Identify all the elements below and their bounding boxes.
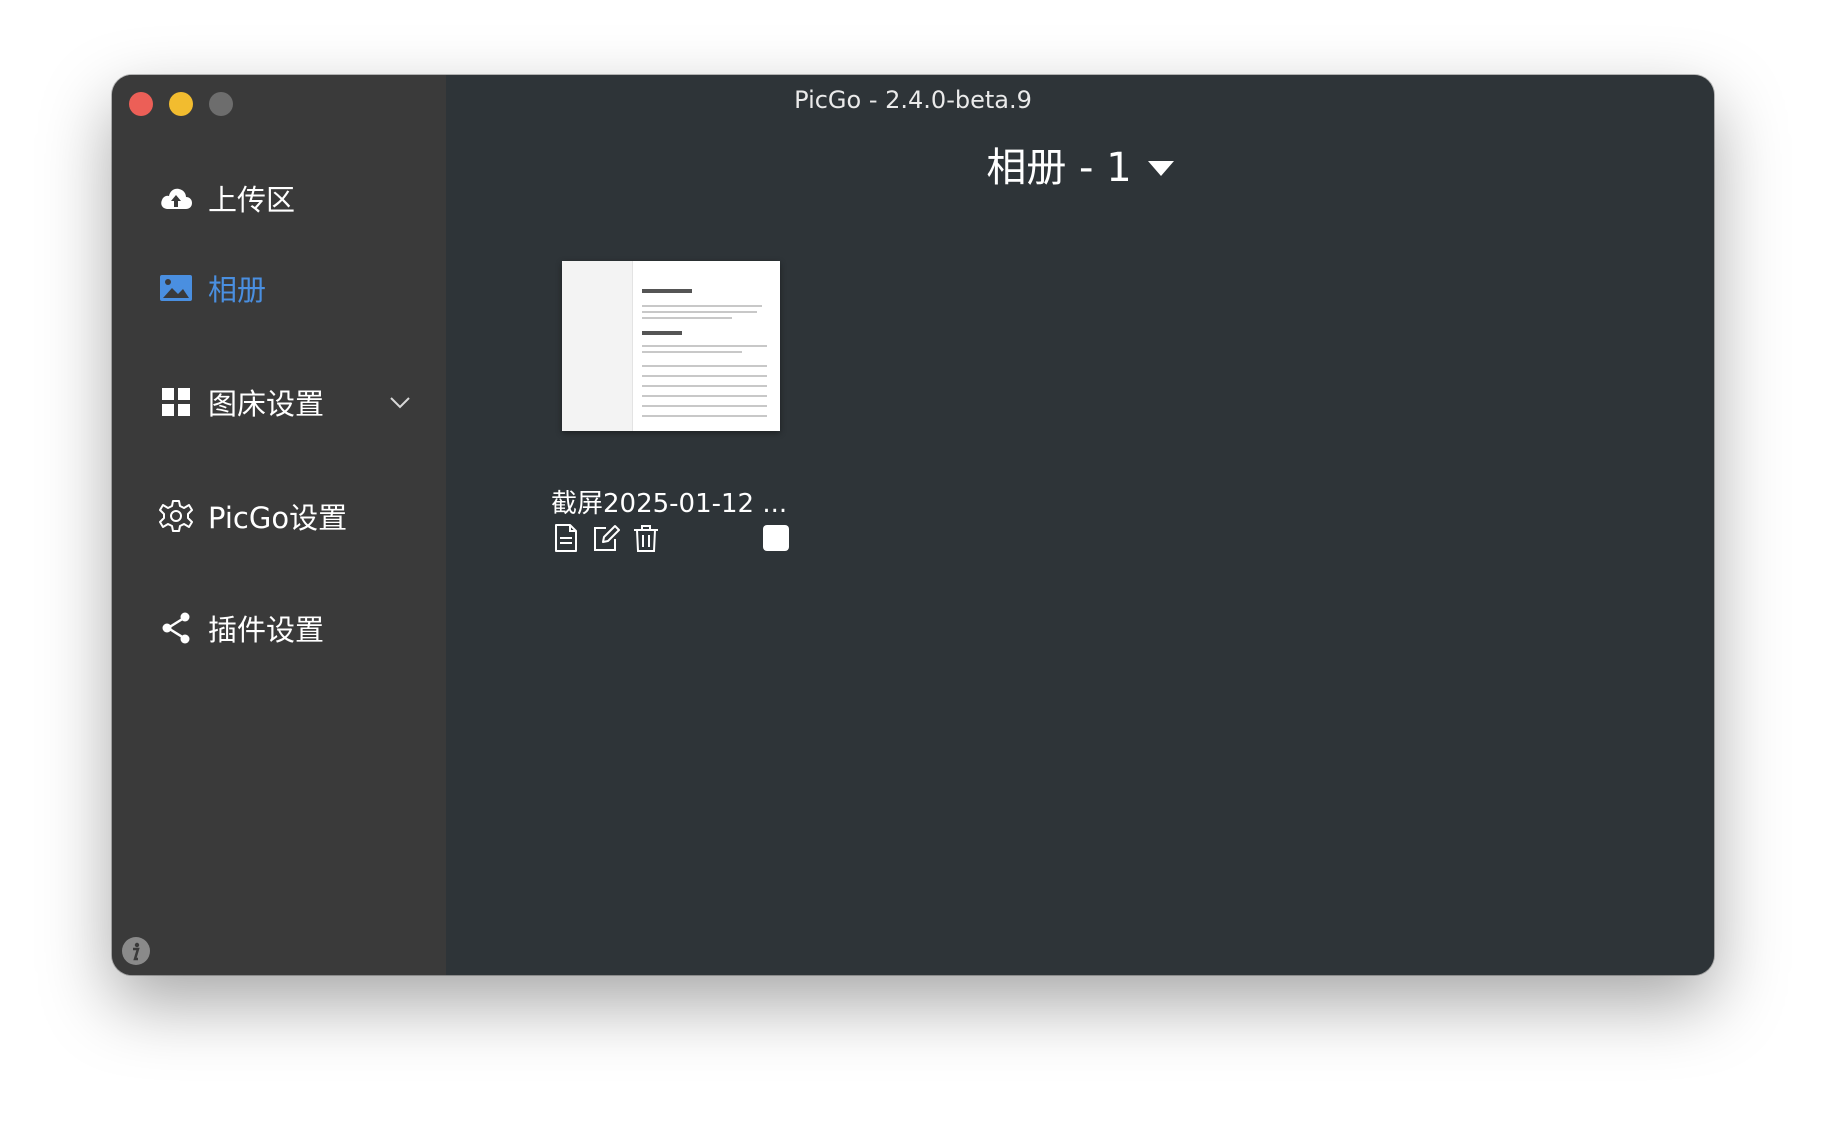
sidebar-item-picgo-settings[interactable]: PicGo设置 <box>158 493 347 539</box>
image-filename: 截屏2025-01-12 ... <box>551 489 788 519</box>
main-content: 相册 - 1 截屏2025-01-12 ... <box>446 75 1714 975</box>
sidebar: 上传区 相册 图床设置 PicGo设置 插件设置 <box>112 75 446 975</box>
sidebar-item-label: 相册 <box>208 273 267 307</box>
sidebar-item-plugin-settings[interactable]: 插件设置 <box>158 605 324 651</box>
image-actions <box>552 523 660 553</box>
chevron-down-icon[interactable] <box>387 389 413 415</box>
copy-link-icon[interactable] <box>552 523 580 553</box>
sidebar-item-label: 图床设置 <box>208 387 325 421</box>
caret-down-icon <box>1147 160 1174 176</box>
album-title-dropdown[interactable]: 相册 - 1 <box>446 142 1714 194</box>
sidebar-item-image-host-settings[interactable]: 图床设置 <box>158 379 324 425</box>
sidebar-item-label: PicGo设置 <box>208 501 348 535</box>
image-thumbnail[interactable] <box>562 261 780 431</box>
share-icon <box>158 610 194 646</box>
sidebar-item-label: 上传区 <box>208 183 296 217</box>
sidebar-item-album[interactable]: 相册 <box>158 265 266 311</box>
sidebar-item-upload[interactable]: 上传区 <box>158 175 295 221</box>
album-title: 相册 - 1 <box>986 145 1132 191</box>
edit-icon[interactable] <box>592 523 620 553</box>
select-checkbox[interactable] <box>763 525 789 551</box>
delete-icon[interactable] <box>632 523 660 553</box>
sidebar-item-label: 插件设置 <box>208 613 325 647</box>
grid-icon <box>158 384 194 420</box>
gear-icon <box>158 498 194 534</box>
cloud-upload-icon <box>158 180 194 216</box>
image-icon <box>158 270 194 306</box>
info-icon[interactable] <box>122 937 150 965</box>
app-window: 上传区 相册 图床设置 PicGo设置 插件设置 相册 - 1 截屏2025-0… <box>112 75 1714 975</box>
window-title: PicGo - 2.4.0-beta.9 <box>794 86 1032 114</box>
